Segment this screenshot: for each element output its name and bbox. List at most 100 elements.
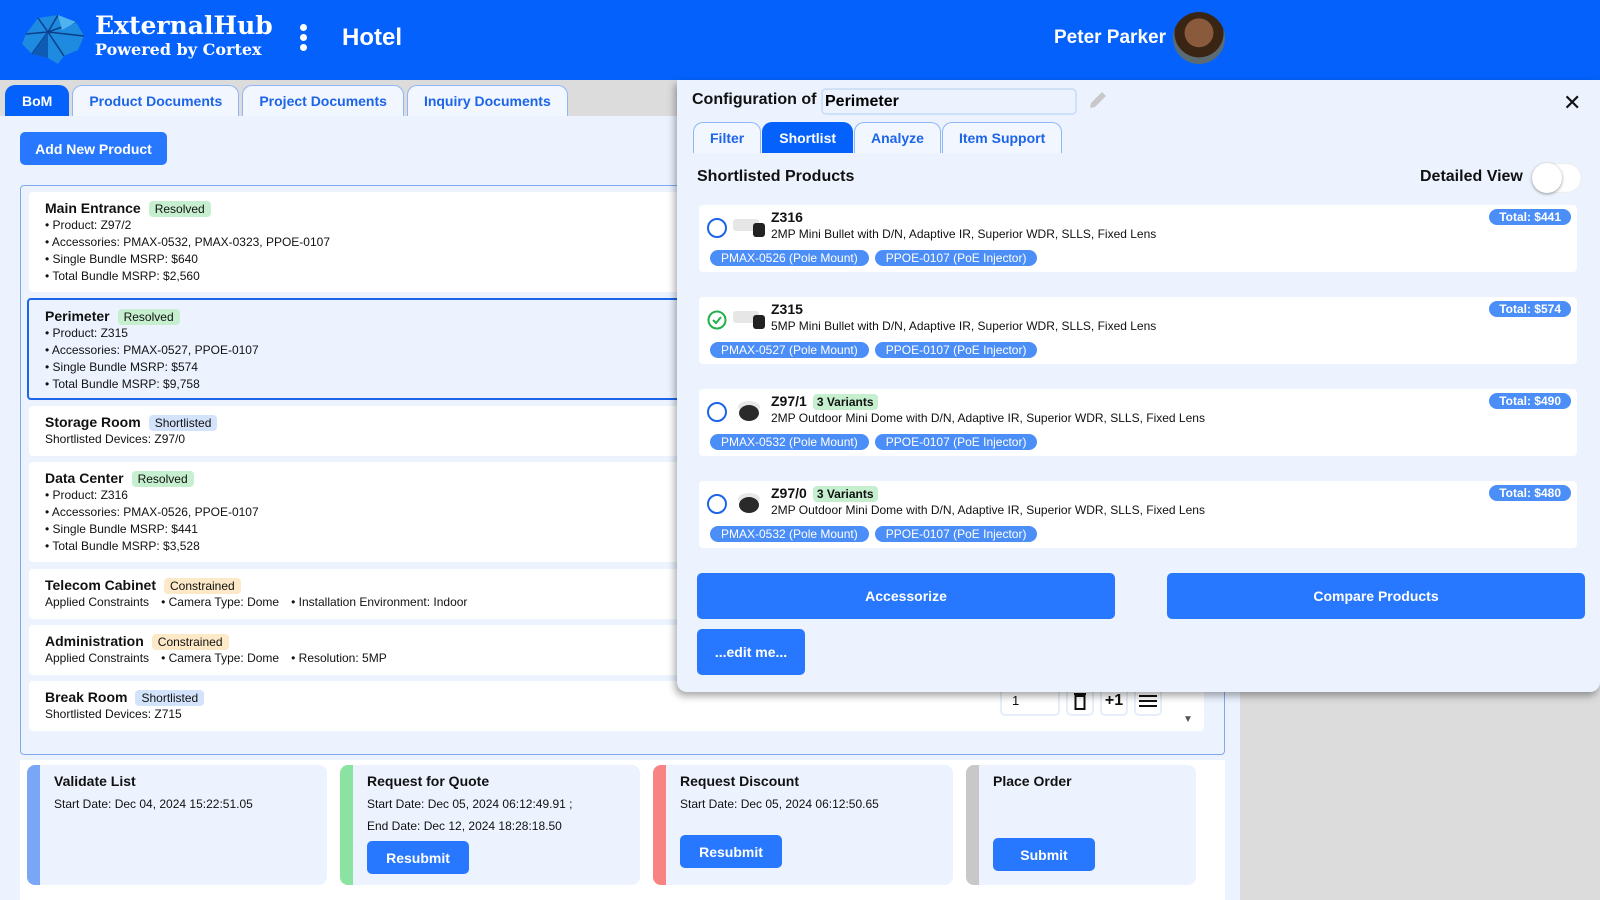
location-name: Telecom Cabinet: [45, 577, 156, 593]
location-name: Storage Room: [45, 414, 141, 430]
section-title: Shortlisted Products: [697, 168, 855, 185]
status-badge: Resolved: [148, 201, 211, 217]
resubmit-quote-button[interactable]: Resubmit: [367, 841, 469, 874]
model-text: Z97/0: [771, 485, 807, 501]
accessory-chip[interactable]: PPOE-0107 (PoE Injector): [874, 434, 1038, 450]
step-request-discount: Request Discount Start Date: Dec 05, 202…: [653, 765, 953, 885]
brand-title: ExternalHub: [95, 11, 273, 40]
step-color-bar: [653, 765, 666, 885]
location-name: Break Room: [45, 689, 128, 705]
status-badge: Resolved: [117, 309, 180, 325]
variants-badge[interactable]: 3 Variants: [812, 394, 878, 410]
status-badge: Shortlisted: [148, 415, 218, 431]
brain-logo-icon: [22, 14, 85, 64]
config-label: Configuration of: [692, 91, 817, 108]
product-description: 2MP Outdoor Mini Dome with D/N, Adaptive…: [771, 411, 1205, 425]
variants-badge[interactable]: 3 Variants: [812, 486, 878, 502]
step-place-order: Place Order Submit: [966, 765, 1196, 885]
product-description: 2MP Mini Bullet with D/N, Adaptive IR, S…: [771, 227, 1157, 241]
status-badge: Resolved: [131, 471, 194, 487]
step-title: Validate List: [54, 773, 136, 789]
main-tabs: BoM Product Documents Project Documents …: [5, 85, 568, 116]
accessory-chip[interactable]: PPOE-0107 (PoE Injector): [874, 250, 1038, 266]
step-start-date: Start Date: Dec 05, 2024 06:12:49.91 ;: [367, 797, 573, 811]
status-badge: Constrained: [164, 578, 241, 594]
bullet-camera-icon: [733, 311, 765, 329]
step-title: Place Order: [993, 773, 1072, 789]
brand-subtitle: Powered by Cortex: [95, 40, 262, 59]
pencil-icon[interactable]: [1087, 89, 1109, 111]
accessorize-button[interactable]: Accessorize: [697, 573, 1115, 619]
quantity-value: 1: [1012, 693, 1020, 708]
step-color-bar: [966, 765, 979, 885]
tab-product-documents[interactable]: Product Documents: [72, 85, 240, 116]
step-start-date: Start Date: Dec 05, 2024 06:12:50.65: [680, 797, 879, 811]
status-badge: Constrained: [151, 634, 229, 650]
workflow-steps: Validate List Start Date: Dec 04, 2024 1…: [20, 760, 1225, 900]
product-description: 5MP Mini Bullet with D/N, Adaptive IR, S…: [771, 319, 1157, 333]
select-radio[interactable]: [707, 494, 727, 514]
submit-order-button[interactable]: Submit: [993, 838, 1095, 871]
step-color-bar: [27, 765, 40, 885]
accessory-chip[interactable]: PMAX-0532 (Pole Mount): [710, 526, 869, 542]
total-badge: Total: $490: [1489, 393, 1571, 409]
constraint: Camera Type: Dome: [161, 595, 279, 609]
product-card[interactable]: Z97/0 3 Variants 2MP Outdoor Mini Dome wi…: [699, 481, 1577, 548]
avatar[interactable]: [1173, 12, 1225, 64]
constraints-label: Applied Constraints: [45, 595, 150, 609]
edit-me-button[interactable]: ...edit me...: [697, 629, 805, 675]
product-card[interactable]: Z315 5MP Mini Bullet with D/N, Adaptive …: [699, 297, 1577, 364]
dome-camera-icon: [738, 493, 760, 513]
step-title: Request for Quote: [367, 773, 490, 789]
trash-icon: [1074, 693, 1086, 710]
tab-bom[interactable]: BoM: [5, 85, 70, 116]
resubmit-discount-button[interactable]: Resubmit: [680, 835, 782, 868]
location-name: Perimeter: [45, 308, 110, 324]
model-text: Z97/1: [771, 393, 807, 409]
location-name: Administration: [45, 633, 144, 649]
dome-camera-icon: [738, 401, 760, 421]
constraints-label: Applied Constraints: [45, 651, 150, 665]
brand[interactable]: ExternalHub Powered by Cortex: [95, 12, 273, 60]
config-name-input[interactable]: [821, 88, 1077, 115]
constraint: Resolution: 5MP: [291, 651, 387, 665]
detailed-view-toggle[interactable]: [1532, 163, 1582, 193]
user-name[interactable]: Peter Parker: [1054, 27, 1166, 49]
total-badge: Total: $441: [1489, 209, 1571, 225]
compare-products-button[interactable]: Compare Products: [1167, 573, 1585, 619]
select-radio[interactable]: [707, 218, 727, 238]
configuration-panel: Configuration of ✕ Filter Shortlist Anal…: [677, 80, 1600, 692]
step-end-date: End Date: Dec 12, 2024 18:28:18.50: [367, 819, 562, 833]
product-card[interactable]: Z97/1 3 Variants 2MP Outdoor Mini Dome wi…: [699, 389, 1577, 456]
status-badge: Shortlisted: [135, 690, 205, 706]
step-start-date: Start Date: Dec 04, 2024 15:22:51.05: [54, 797, 253, 811]
kebab-menu-icon[interactable]: [297, 24, 309, 54]
tab-inquiry-documents[interactable]: Inquiry Documents: [406, 85, 568, 116]
config-tabs: Filter Shortlist Analyze Item Support: [693, 122, 1063, 153]
accessory-chip[interactable]: PPOE-0107 (PoE Injector): [874, 526, 1038, 542]
check-circle-icon[interactable]: [707, 310, 727, 330]
step-validate-list: Validate List Start Date: Dec 04, 2024 1…: [27, 765, 327, 885]
add-new-product-button[interactable]: Add New Product: [20, 132, 167, 165]
step-title: Request Discount: [680, 773, 800, 789]
product-model: Z315: [771, 301, 803, 317]
accessory-chip[interactable]: PPOE-0107 (PoE Injector): [874, 342, 1038, 358]
accessory-chip[interactable]: PMAX-0526 (Pole Mount): [710, 250, 869, 266]
accessory-chip[interactable]: PMAX-0527 (Pole Mount): [710, 342, 869, 358]
tab-filter[interactable]: Filter: [693, 122, 762, 153]
product-model: Z97/0 3 Variants: [771, 485, 878, 502]
tab-shortlist[interactable]: Shortlist: [762, 122, 854, 153]
tab-item-support[interactable]: Item Support: [941, 122, 1063, 153]
tab-project-documents[interactable]: Project Documents: [242, 85, 404, 116]
select-radio[interactable]: [707, 402, 727, 422]
product-card[interactable]: Z316 2MP Mini Bullet with D/N, Adaptive …: [699, 205, 1577, 272]
total-badge: Total: $574: [1489, 301, 1571, 317]
hamburger-icon: [1139, 695, 1157, 707]
scroll-down-arrow-icon[interactable]: ▼: [1183, 714, 1193, 725]
close-icon[interactable]: ✕: [1563, 90, 1581, 116]
tab-analyze[interactable]: Analyze: [854, 122, 941, 153]
project-title: Hotel: [342, 24, 402, 51]
product-description: 2MP Outdoor Mini Dome with D/N, Adaptive…: [771, 503, 1205, 517]
accessory-chip[interactable]: PMAX-0532 (Pole Mount): [710, 434, 869, 450]
product-model: Z316: [771, 209, 803, 225]
